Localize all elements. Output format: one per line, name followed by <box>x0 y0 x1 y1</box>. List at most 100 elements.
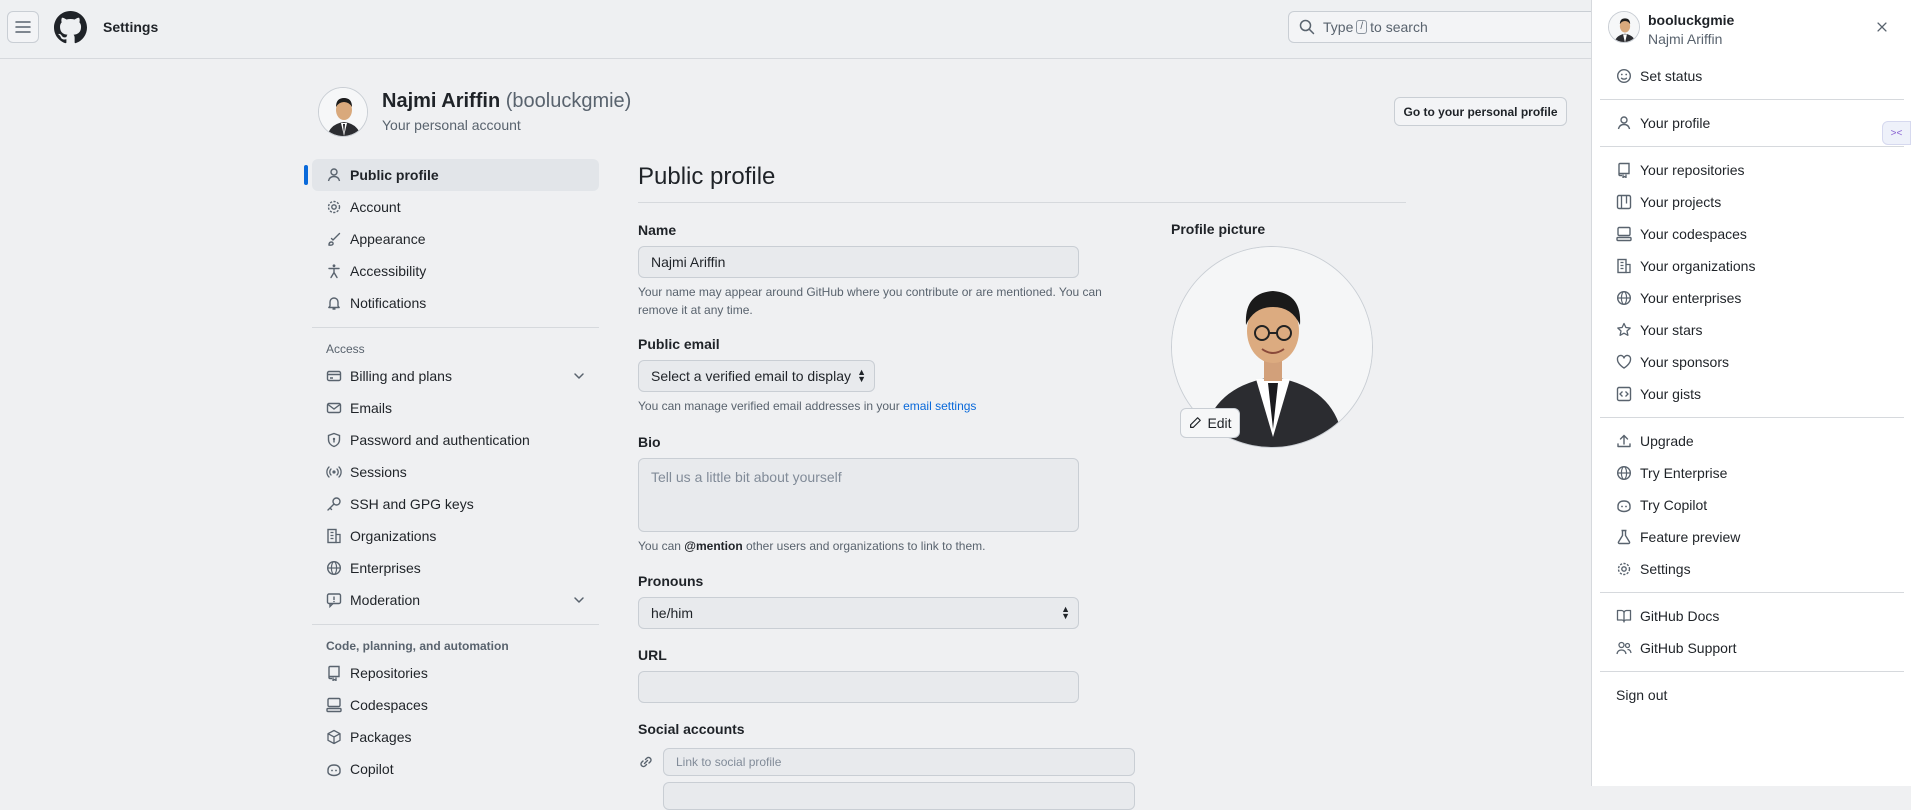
sidebar-item-emails[interactable]: Emails <box>312 392 599 424</box>
menu-item-feature-preview[interactable]: Feature preview <box>1600 521 1904 553</box>
menu-item-your-stars[interactable]: Your stars <box>1600 314 1904 346</box>
broadcast-icon <box>326 464 342 480</box>
sidebar-item-organizations[interactable]: Organizations <box>312 520 599 552</box>
organization-icon <box>1616 258 1632 274</box>
menu-item-try-copilot[interactable]: Try Copilot <box>1600 489 1904 521</box>
menu-item-try-enterprise[interactable]: Try Enterprise <box>1600 457 1904 489</box>
bio-note-prefix: You can <box>638 539 681 553</box>
menu-item-settings[interactable]: Settings <box>1600 553 1904 585</box>
sidebar-item-password-and-authentication[interactable]: Password and authentication <box>312 424 599 456</box>
avatar <box>1608 11 1640 43</box>
edit-label: Edit <box>1207 415 1232 431</box>
go-to-profile-button[interactable]: Go to your personal profile <box>1394 97 1567 126</box>
sidebar-item-repositories[interactable]: Repositories <box>312 657 599 689</box>
package-icon <box>326 729 342 745</box>
sidebar-item-label: Accessibility <box>350 263 427 279</box>
settings-sidebar: Public profile Account Appearance Accessibi… <box>304 159 599 785</box>
bio-textarea[interactable]: Tell us a little bit about yourself <box>638 458 1079 532</box>
name-field[interactable]: Najmi Ariffin <box>638 246 1079 278</box>
sidebar-item-label: Repositories <box>350 665 428 681</box>
extension-tab-icon[interactable]: >< <box>1882 121 1911 145</box>
menu-item-label: GitHub Support <box>1640 640 1737 656</box>
menu-item-your-profile[interactable]: Your profile <box>1600 107 1904 139</box>
sidebar-item-label: Moderation <box>350 592 421 608</box>
key-icon <box>326 496 342 512</box>
public-email-select[interactable]: Select a verified email to display ▲ ▼ <box>638 360 875 392</box>
mail-icon <box>326 400 342 416</box>
url-label: URL <box>638 647 667 663</box>
sidebar-item-codespaces[interactable]: Codespaces <box>312 689 599 721</box>
table-icon <box>1616 194 1632 210</box>
menu-item-your-gists[interactable]: Your gists <box>1600 378 1904 410</box>
sidebar-item-label: Enterprises <box>350 560 421 576</box>
page-title[interactable]: Settings <box>103 19 158 35</box>
divider <box>312 624 599 625</box>
menu-button[interactable] <box>7 11 39 43</box>
search-icon <box>1299 19 1315 35</box>
codespaces-icon <box>1616 226 1632 242</box>
sidebar-section-heading: Access <box>326 342 365 356</box>
url-field[interactable] <box>638 671 1079 703</box>
profile-picture-label: Profile picture <box>1171 221 1266 237</box>
menu-item-your-enterprises[interactable]: Your enterprises <box>1600 282 1904 314</box>
person-icon <box>326 167 342 183</box>
name-label: Name <box>638 222 677 238</box>
email-settings-link[interactable]: email settings <box>903 399 976 413</box>
search-shortcut-key: / <box>1356 20 1368 34</box>
bio-note-mention: @mention <box>684 539 743 553</box>
sidebar-item-packages[interactable]: Packages <box>312 721 599 753</box>
avatar <box>318 87 368 137</box>
sidebar-item-label: SSH and GPG keys <box>350 496 474 512</box>
sidebar-item-enterprises[interactable]: Enterprises <box>312 552 599 584</box>
gear-icon <box>326 199 342 215</box>
account-name: Najmi Ariffin (booluckgmie) <box>382 90 631 113</box>
divider <box>1600 146 1904 147</box>
menu-item-your-organizations[interactable]: Your organizations <box>1600 250 1904 282</box>
name-note: Your name may appear around GitHub where… <box>638 285 1102 317</box>
chevron-down-icon[interactable] <box>571 592 587 608</box>
social-link-field[interactable]: Link to social profile <box>663 748 1135 776</box>
divider <box>1600 417 1904 418</box>
menu-item-your-projects[interactable]: Your projects <box>1600 186 1904 218</box>
sidebar-item-ssh-and-gpg-keys[interactable]: SSH and GPG keys <box>312 488 599 520</box>
edit-picture-button[interactable]: Edit <box>1180 408 1240 438</box>
sidebar-item-copilot[interactable]: Copilot <box>312 753 599 785</box>
sidebar-item-billing-and-plans[interactable]: Billing and plans <box>312 360 599 392</box>
menu-item-github-docs[interactable]: GitHub Docs <box>1600 600 1904 632</box>
sidebar-item-accessibility[interactable]: Accessibility <box>312 255 599 287</box>
chevron-down-icon[interactable] <box>571 368 587 384</box>
pronouns-select[interactable]: he/him ▲ ▼ <box>638 597 1079 629</box>
menu-item-github-support[interactable]: GitHub Support <box>1600 632 1904 664</box>
paintbrush-icon <box>326 231 342 247</box>
accessibility-icon <box>326 263 342 279</box>
codespaces-icon <box>326 697 342 713</box>
sidebar-item-notifications[interactable]: Notifications <box>312 287 599 319</box>
close-panel-button[interactable] <box>1866 11 1898 43</box>
social-link-field-2[interactable] <box>663 782 1135 810</box>
github-logo-icon[interactable] <box>54 11 87 44</box>
globe-icon <box>1616 290 1632 306</box>
search-input[interactable]: Type / to search <box>1288 11 1598 43</box>
select-arrows-icon: ▲ ▼ <box>1061 604 1070 621</box>
repo-icon <box>1616 162 1632 178</box>
link-icon <box>638 754 654 770</box>
user-menu-list: Set status Your profile Your repositories Y… <box>1600 60 1904 711</box>
sidebar-item-appearance[interactable]: Appearance <box>312 223 599 255</box>
sidebar-item-public-profile[interactable]: Public profile <box>304 159 599 191</box>
divider <box>1600 592 1904 593</box>
menu-item-your-sponsors[interactable]: Your sponsors <box>1600 346 1904 378</box>
search-placeholder-prefix: Type <box>1323 19 1354 35</box>
menu-item-your-repositories[interactable]: Your repositories <box>1600 154 1904 186</box>
sidebar-item-moderation[interactable]: Moderation <box>312 584 599 616</box>
menu-item-upgrade[interactable]: Upgrade <box>1600 425 1904 457</box>
sidebar-item-account[interactable]: Account <box>312 191 599 223</box>
sidebar-item-sessions[interactable]: Sessions <box>312 456 599 488</box>
sign-out-button[interactable]: Sign out <box>1600 679 1904 711</box>
organization-icon <box>326 528 342 544</box>
divider <box>312 327 599 328</box>
menu-item-set-status[interactable]: Set status <box>1600 60 1904 92</box>
menu-item-your-codespaces[interactable]: Your codespaces <box>1600 218 1904 250</box>
sidebar-item-label: Emails <box>350 400 393 416</box>
divider <box>1600 671 1904 672</box>
select-arrows-icon: ▲ ▼ <box>857 367 866 384</box>
